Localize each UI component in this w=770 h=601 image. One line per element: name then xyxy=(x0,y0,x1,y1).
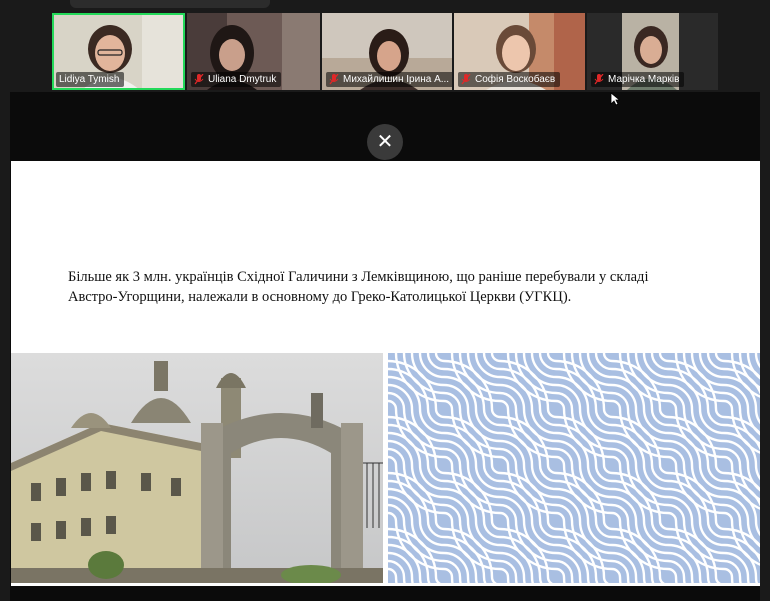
participant-tile[interactable]: Михайлишин Ірина А... xyxy=(322,13,452,90)
cathedral-photo xyxy=(11,353,383,583)
mouse-cursor-icon xyxy=(610,92,620,106)
slide-text-line: Австро-Угорщини, належали в основному до… xyxy=(68,289,572,305)
muted-mic-icon xyxy=(461,74,471,85)
top-bar xyxy=(0,0,770,12)
participant-name-label: Софія Воскобаєв xyxy=(458,72,561,87)
participant-name-label: Lidiya Tymish xyxy=(56,72,125,87)
slide-text-line: Більше як 3 млн. українців Східної Галич… xyxy=(68,269,649,285)
cathedral-image xyxy=(11,353,383,583)
participant-tile[interactable]: Марічка Марків xyxy=(587,13,718,90)
participant-name-label: Uliana Dmytruk xyxy=(191,72,282,87)
muted-mic-icon xyxy=(329,74,339,85)
presentation-slide: Більше як 3 млн. українців Східної Галич… xyxy=(11,161,760,586)
participant-tile[interactable]: Софія Воскобаєв xyxy=(454,13,585,90)
participant-name-label: Михайлишин Ірина А... xyxy=(326,72,452,87)
muted-mic-icon xyxy=(194,74,204,85)
close-share-button[interactable]: ✕ xyxy=(367,124,403,160)
participant-gallery: Lidiya Tymish Uliana Dmytruk Михайлишин … xyxy=(52,13,718,90)
participant-name-label: Марічка Марків xyxy=(591,72,685,87)
muted-mic-icon xyxy=(594,74,604,85)
close-icon: ✕ xyxy=(376,131,394,153)
participant-tile[interactable]: Uliana Dmytruk xyxy=(187,13,320,90)
decorative-pattern xyxy=(388,353,760,583)
meeting-info-pill[interactable] xyxy=(70,0,270,8)
circle-pattern-image xyxy=(388,353,760,583)
participant-tile[interactable]: Lidiya Tymish xyxy=(52,13,185,90)
slide-text: Більше як 3 млн. українців Східної Галич… xyxy=(68,267,718,307)
